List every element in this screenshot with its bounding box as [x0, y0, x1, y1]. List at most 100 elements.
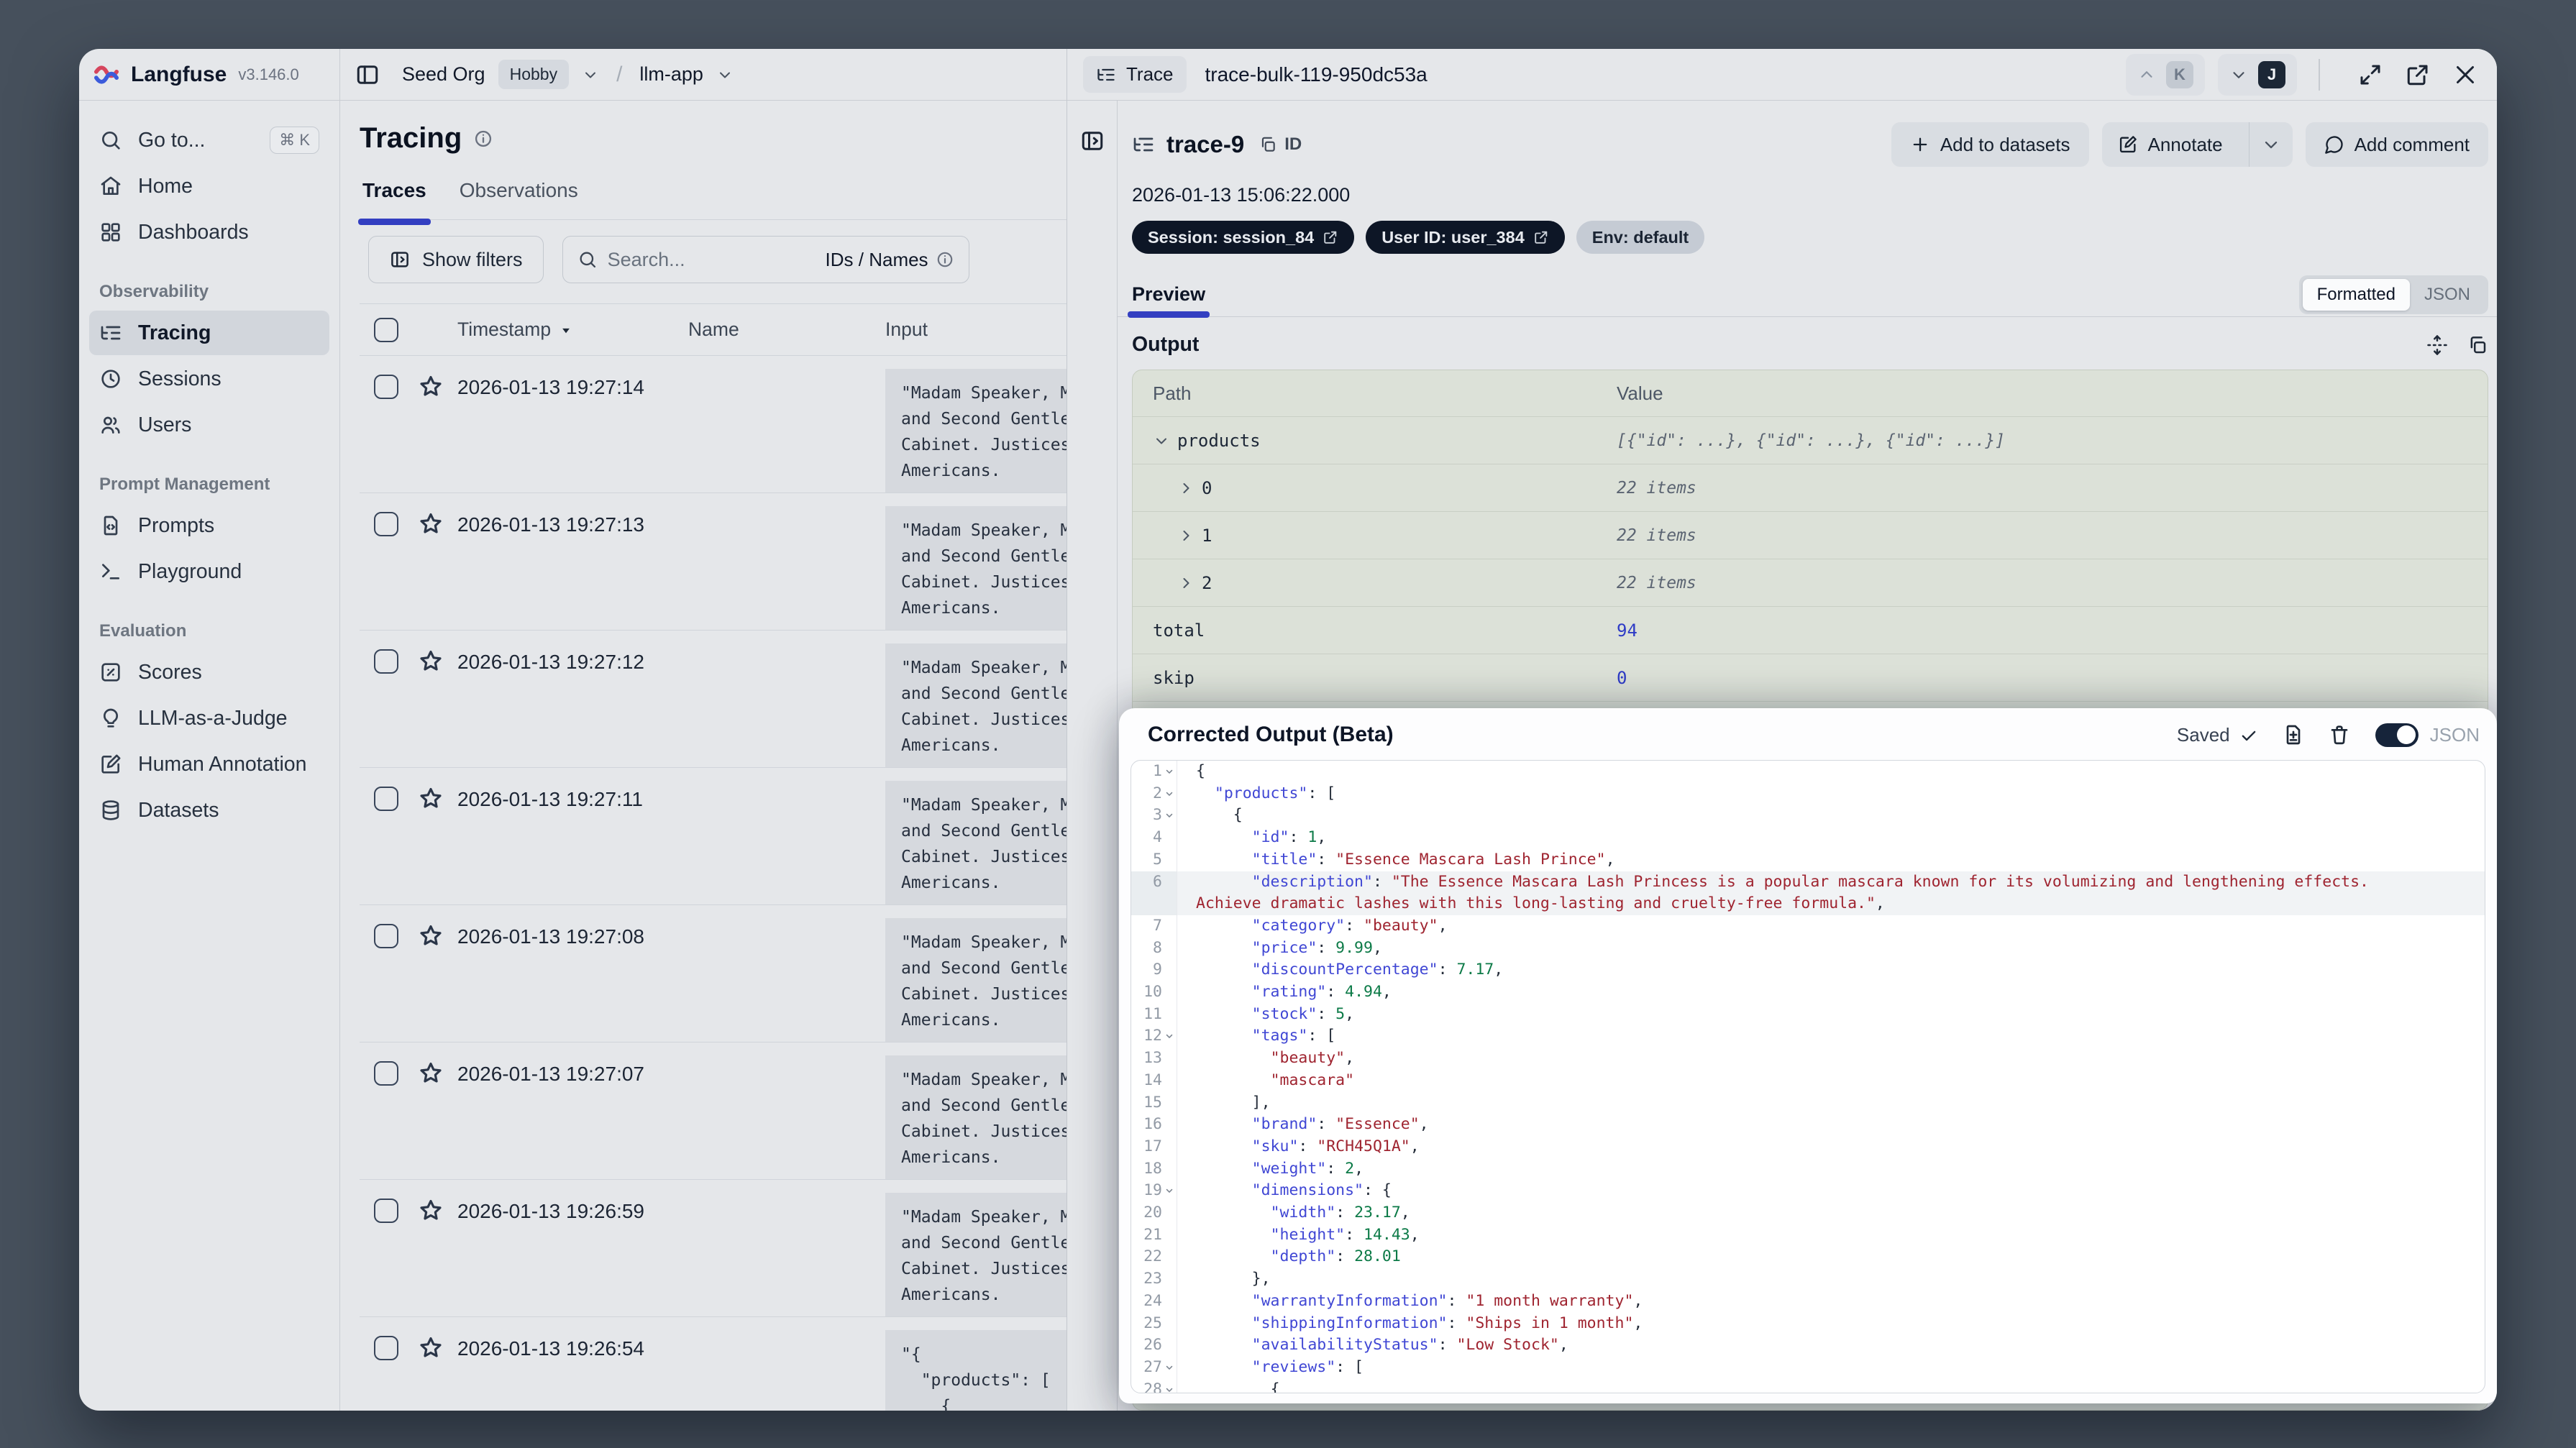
row-checkbox[interactable] [374, 924, 398, 948]
code-line-14[interactable]: 14 "mascara" [1131, 1069, 2485, 1092]
code-line-6[interactable]: 6 "description": "The Essence Mascara La… [1131, 871, 2485, 915]
trash-icon[interactable] [2328, 723, 2351, 746]
star-icon[interactable] [417, 1334, 444, 1362]
plan-badge[interactable]: Hobby [498, 60, 570, 89]
annotate-dropdown[interactable] [2248, 122, 2293, 167]
code-line-24[interactable]: 24 "warrantyInformation": "1 month warra… [1131, 1290, 2485, 1313]
star-icon[interactable] [417, 922, 444, 950]
table-row[interactable]: 2026-01-13 19:26:54 "{ "products": [ { [360, 1317, 1067, 1411]
row-checkbox[interactable] [374, 1336, 398, 1360]
tab-traces[interactable]: Traces [358, 179, 431, 225]
column-timestamp[interactable]: Timestamp [457, 319, 688, 341]
code-line-10[interactable]: 10 "rating": 4.94, [1131, 981, 2485, 1004]
tab-preview[interactable]: Preview [1127, 283, 1210, 318]
fold-chevron-icon[interactable] [1162, 1357, 1177, 1378]
select-all-checkbox[interactable] [374, 317, 398, 342]
table-row[interactable]: 2026-01-13 19:27:07 "Madam Speaker, Mad a… [360, 1043, 1067, 1180]
fold-chevron-icon[interactable] [1162, 805, 1177, 826]
table-row[interactable]: 2026-01-13 19:26:59 "Madam Speaker, Mad a… [360, 1180, 1067, 1317]
project-chevron-down-icon[interactable] [716, 66, 734, 83]
code-line-27[interactable]: 27 "reviews": [ [1131, 1356, 2485, 1379]
output-row-products[interactable]: products [{"id": ...}, {"id": ...}, {"id"… [1133, 416, 2488, 464]
code-line-22[interactable]: 22 "depth": 28.01 [1131, 1246, 2485, 1269]
collapse-tree-icon[interactable] [1079, 128, 1105, 154]
badge-session[interactable]: Session: session_84 [1132, 221, 1355, 254]
code-line-5[interactable]: 5 "title": "Essence Mascara Lash Prince"… [1131, 848, 2485, 871]
code-line-16[interactable]: 16 "brand": "Essence", [1131, 1114, 2485, 1136]
expand-icon[interactable] [2357, 62, 2383, 88]
fold-chevron-icon[interactable] [1162, 761, 1177, 782]
star-icon[interactable] [417, 785, 444, 812]
format-option-json[interactable]: JSON [2410, 279, 2485, 311]
copy-output-icon[interactable] [2467, 334, 2488, 356]
next-trace-button[interactable]: J [2218, 53, 2297, 96]
code-line-9[interactable]: 9 "discountPercentage": 7.17, [1131, 959, 2485, 982]
output-row-skip[interactable]: skip 0 [1133, 654, 2488, 701]
column-name[interactable]: Name [688, 319, 885, 341]
org-name[interactable]: Seed Org [402, 63, 485, 86]
code-line-4[interactable]: 4 "id": 1, [1131, 827, 2485, 849]
code-line-3[interactable]: 3 { [1131, 805, 2485, 828]
fold-chevron-icon[interactable] [1162, 783, 1177, 805]
code-line-11[interactable]: 11 "stock": 5, [1131, 1003, 2485, 1026]
prev-trace-button[interactable]: K [2126, 53, 2205, 96]
sidebar-item-llm-as-a-judge[interactable]: LLM-as-a-Judge [89, 696, 329, 741]
star-icon[interactable] [417, 1197, 444, 1224]
output-row-1[interactable]: 1 22 items [1133, 511, 2488, 559]
add-comment-button[interactable]: Add comment [2305, 122, 2488, 167]
goto-button[interactable]: Go to... ⌘ K [89, 118, 329, 162]
row-checkbox[interactable] [374, 1199, 398, 1223]
table-row[interactable]: 2026-01-13 19:27:13 "Madam Speaker, Mad a… [360, 493, 1067, 631]
info-icon[interactable] [473, 129, 493, 149]
code-line-26[interactable]: 26 "availabilityStatus": "Low Stock", [1131, 1334, 2485, 1357]
output-row-2[interactable]: 2 22 items [1133, 559, 2488, 606]
fold-chevron-icon[interactable] [1162, 1180, 1177, 1201]
badge-user-id[interactable]: User ID: user_384 [1366, 221, 1565, 254]
code-line-25[interactable]: 25 "shippingInformation": "Ships in 1 mo… [1131, 1312, 2485, 1335]
star-icon[interactable] [417, 510, 444, 538]
project-name[interactable]: llm-app [639, 63, 703, 86]
json-toggle[interactable] [2375, 723, 2419, 747]
row-checkbox[interactable] [374, 649, 398, 674]
code-line-20[interactable]: 20 "width": 23.17, [1131, 1202, 2485, 1224]
sidebar-item-users[interactable]: Users [89, 403, 329, 447]
sidebar-item-sessions[interactable]: Sessions [89, 357, 329, 401]
close-icon[interactable] [2452, 62, 2478, 88]
sidebar-item-playground[interactable]: Playground [89, 549, 329, 594]
output-row-total[interactable]: total 94 [1133, 606, 2488, 654]
sidebar-item-scores[interactable]: Scores [89, 650, 329, 695]
trace-type-chip[interactable]: Trace [1083, 56, 1187, 93]
search-scope[interactable]: IDs / Names [826, 249, 954, 271]
sidebar-item-datasets[interactable]: Datasets [89, 788, 329, 833]
code-line-19[interactable]: 19 "dimensions": { [1131, 1180, 2485, 1203]
show-filters-button[interactable]: Show filters [368, 236, 544, 283]
annotate-button[interactable]: Annotate [2102, 122, 2239, 167]
table-row[interactable]: 2026-01-13 19:27:11 "Madam Speaker, Mad a… [360, 768, 1067, 905]
search-box[interactable]: IDs / Names [562, 236, 969, 283]
sidebar-item-prompts[interactable]: Prompts [89, 503, 329, 548]
table-row[interactable]: 2026-01-13 19:27:12 "Madam Speaker, Mad a… [360, 631, 1067, 768]
code-line-15[interactable]: 15 ], [1131, 1091, 2485, 1114]
sidebar-item-human-annotation[interactable]: Human Annotation [89, 742, 329, 787]
copy-id-button[interactable]: ID [1259, 134, 1302, 155]
trace-ref[interactable]: trace-bulk-119-950dc53a [1205, 63, 1428, 86]
code-line-1[interactable]: 1{ [1131, 761, 2485, 783]
output-row-0[interactable]: 0 22 items [1133, 464, 2488, 511]
row-checkbox[interactable] [374, 787, 398, 811]
star-icon[interactable] [417, 373, 444, 400]
unfold-vertical-icon[interactable] [2426, 334, 2448, 356]
code-line-28[interactable]: 28 { [1131, 1378, 2485, 1393]
code-line-8[interactable]: 8 "price": 9.99, [1131, 937, 2485, 960]
external-link-icon[interactable] [2405, 62, 2431, 88]
fold-chevron-icon[interactable] [1162, 1379, 1177, 1393]
star-icon[interactable] [417, 648, 444, 675]
search-input[interactable] [607, 248, 816, 271]
sidebar-item-dashboards[interactable]: Dashboards [89, 210, 329, 255]
table-row[interactable]: 2026-01-13 19:27:08 "Madam Speaker, Mad a… [360, 905, 1067, 1043]
code-line-21[interactable]: 21 "height": 14.43, [1131, 1224, 2485, 1247]
code-line-7[interactable]: 7 "category": "beauty", [1131, 915, 2485, 938]
code-line-17[interactable]: 17 "sku": "RCH45Q1A", [1131, 1135, 2485, 1158]
sidebar-toggle-icon[interactable] [355, 62, 380, 88]
code-line-12[interactable]: 12 "tags": [ [1131, 1025, 2485, 1048]
sidebar-item-home[interactable]: Home [89, 164, 329, 209]
